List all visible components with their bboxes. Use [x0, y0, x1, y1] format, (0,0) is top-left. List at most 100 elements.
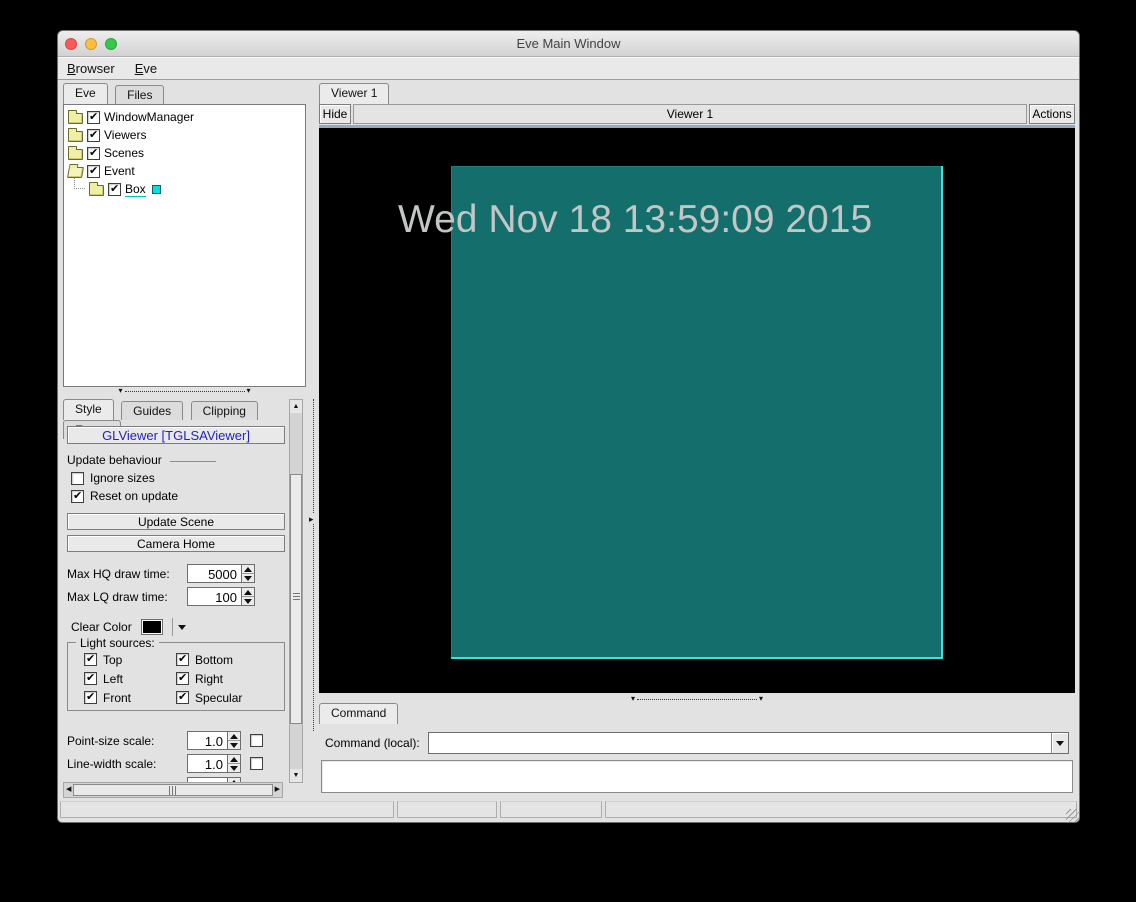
- reset-on-update-row: Reset on update: [71, 489, 289, 503]
- max-hq-row: Max HQ draw time: 5000: [63, 564, 289, 583]
- scrollbar-thumb[interactable]: [73, 784, 272, 796]
- tab-viewer-1[interactable]: Viewer 1: [319, 83, 389, 104]
- update-behaviour-group: Update behaviour: [67, 453, 289, 467]
- gl-viewport[interactable]: Wed Nov 18 13:59:09 2015: [319, 125, 1075, 693]
- light-sources-group: Light sources: Top Bottom Left: [67, 642, 285, 711]
- editor-vertical-scrollbar[interactable]: ▲ ▼: [289, 399, 303, 783]
- spin-down-icon[interactable]: [242, 574, 254, 582]
- actions-button[interactable]: Actions: [1029, 104, 1075, 124]
- scroll-down-icon[interactable]: ▼: [290, 769, 302, 782]
- editor-horizontal-scrollbar[interactable]: ◀ ▶: [63, 782, 283, 798]
- splitter-arrow-icon: ▾: [118, 387, 122, 395]
- horizontal-splitter[interactable]: ▾ ▾: [319, 695, 1075, 703]
- tree-item-event[interactable]: Event: [68, 162, 305, 180]
- light-bottom-checkbox[interactable]: [176, 653, 189, 666]
- clear-color-dropdown[interactable]: [172, 618, 186, 636]
- line-width-checkbox[interactable]: [250, 757, 263, 770]
- tree-item-scenes[interactable]: Scenes: [68, 144, 305, 162]
- combo-dropdown-button[interactable]: [1051, 733, 1068, 753]
- light-top-label: Top: [103, 653, 122, 667]
- close-window-icon[interactable]: [65, 38, 77, 50]
- tree-item-windowmanager[interactable]: WindowManager: [68, 108, 305, 126]
- line-width-spinner[interactable]: 1.0: [187, 754, 241, 773]
- tab-files[interactable]: Files: [115, 85, 164, 104]
- tree-item-label[interactable]: Event: [104, 164, 135, 178]
- command-combobox[interactable]: [428, 732, 1069, 754]
- visibility-checkbox[interactable]: [87, 129, 100, 142]
- spin-up-icon[interactable]: [242, 565, 254, 574]
- status-section: [397, 801, 497, 818]
- light-top-row: Top: [84, 652, 176, 667]
- tree-item-label[interactable]: Scenes: [104, 146, 144, 160]
- splitter-arrow-icon: ▾: [247, 387, 251, 395]
- spin-up-icon[interactable]: [228, 755, 240, 764]
- spin-down-icon[interactable]: [228, 741, 240, 749]
- resize-grip-icon[interactable]: [1066, 809, 1079, 822]
- spin-up-icon[interactable]: [242, 588, 254, 597]
- spin-up-icon[interactable]: [228, 732, 240, 741]
- tree-item-label[interactable]: Box: [125, 182, 146, 197]
- max-lq-spinner[interactable]: 100: [187, 587, 255, 606]
- tab-clipping[interactable]: Clipping: [191, 401, 258, 420]
- scroll-up-icon[interactable]: ▲: [290, 400, 302, 413]
- light-top-checkbox[interactable]: [84, 653, 97, 666]
- tree-item-box[interactable]: Box: [68, 180, 305, 198]
- scroll-right-icon[interactable]: ▶: [275, 783, 280, 797]
- max-hq-spinner[interactable]: 5000: [187, 564, 255, 583]
- light-front-checkbox[interactable]: [84, 691, 97, 704]
- light-right-label: Right: [195, 672, 223, 686]
- update-scene-button[interactable]: Update Scene: [67, 513, 285, 530]
- reset-on-update-checkbox[interactable]: [71, 490, 84, 503]
- command-output[interactable]: [321, 760, 1073, 793]
- command-input[interactable]: [429, 734, 1051, 752]
- light-specular-row: Specular: [176, 690, 284, 705]
- tree-item-label[interactable]: WindowManager: [104, 110, 194, 124]
- line-width-value[interactable]: 1.0: [187, 754, 227, 773]
- scrollbar-thumb[interactable]: [290, 474, 302, 724]
- point-size-row: Point-size scale: 1.0: [63, 731, 289, 750]
- spin-down-icon[interactable]: [242, 597, 254, 605]
- menu-browser[interactable]: Browser: [67, 61, 115, 76]
- point-size-value[interactable]: 1.0: [187, 731, 227, 750]
- minimize-window-icon[interactable]: [85, 38, 97, 50]
- visibility-checkbox[interactable]: [87, 147, 100, 160]
- folder-icon: [89, 185, 104, 196]
- light-right-checkbox[interactable]: [176, 672, 189, 685]
- spin-down-icon[interactable]: [228, 764, 240, 772]
- command-local-label: Command (local):: [325, 736, 420, 750]
- tree-item-viewers[interactable]: Viewers: [68, 126, 305, 144]
- menu-eve[interactable]: Eve: [135, 61, 157, 76]
- glviewer-header-button[interactable]: GLViewer [TGLSAViewer]: [67, 426, 285, 444]
- tree-item-label[interactable]: Viewers: [104, 128, 146, 142]
- clear-color-swatch[interactable]: [141, 619, 163, 635]
- line-width-label: Line-width scale:: [63, 757, 187, 771]
- visibility-checkbox[interactable]: [108, 183, 121, 196]
- horizontal-splitter[interactable]: ▾ ▾: [63, 387, 306, 395]
- visibility-checkbox[interactable]: [87, 111, 100, 124]
- color-swatch-icon[interactable]: [152, 185, 161, 194]
- point-size-label: Point-size scale:: [63, 734, 187, 748]
- ignore-sizes-checkbox[interactable]: [71, 472, 84, 485]
- tab-style[interactable]: Style: [63, 399, 114, 420]
- light-bottom-row: Bottom: [176, 652, 284, 667]
- tab-eve[interactable]: Eve: [63, 83, 108, 104]
- scroll-left-icon[interactable]: ◀: [66, 783, 71, 797]
- light-specular-checkbox[interactable]: [176, 691, 189, 704]
- zoom-window-icon[interactable]: [105, 38, 117, 50]
- tab-command[interactable]: Command: [319, 703, 398, 724]
- point-size-spinner[interactable]: 1.0: [187, 731, 241, 750]
- camera-home-button[interactable]: Camera Home: [67, 535, 285, 552]
- tree-branch-line: [74, 177, 85, 189]
- titlebar[interactable]: Eve Main Window: [58, 31, 1079, 57]
- max-hq-value[interactable]: 5000: [187, 564, 241, 583]
- visibility-checkbox[interactable]: [87, 165, 100, 178]
- splitter-dots: [637, 699, 757, 700]
- tab-guides[interactable]: Guides: [121, 401, 183, 420]
- max-lq-value[interactable]: 100: [187, 587, 241, 606]
- light-left-checkbox[interactable]: [84, 672, 97, 685]
- point-size-checkbox[interactable]: [250, 734, 263, 747]
- menubar: Browser Eve: [58, 57, 1079, 80]
- scene-tree: WindowManager Viewers Scenes Event: [63, 104, 306, 387]
- hide-button[interactable]: Hide: [319, 104, 351, 124]
- vertical-splitter[interactable]: ▸: [308, 399, 319, 731]
